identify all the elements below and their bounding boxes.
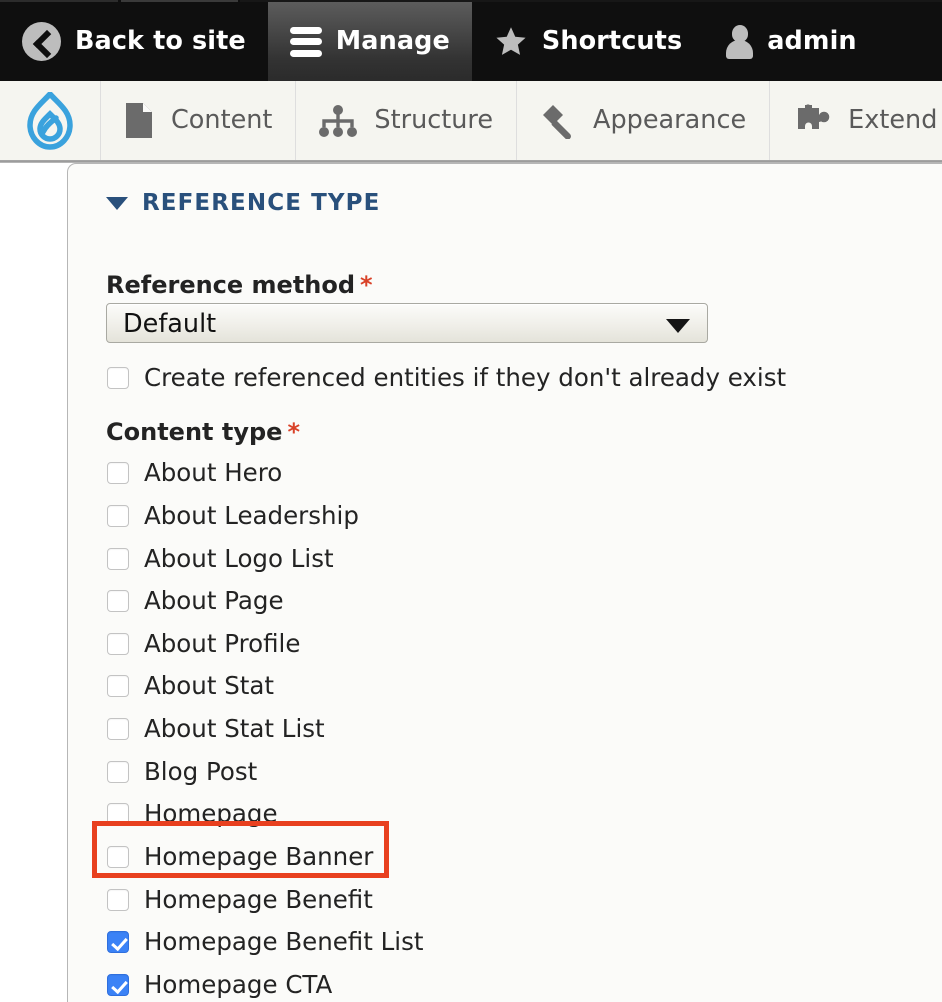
toolbar-tab-label: Manage — [335, 25, 450, 56]
content-type-checkbox[interactable] — [107, 548, 129, 571]
content-type-option-row[interactable]: About Logo List — [107, 544, 334, 573]
content-type-checkbox[interactable] — [107, 803, 129, 826]
content-type-option-label: About Stat — [144, 671, 275, 700]
screen-root: Back to site Manage Shortcuts admin Cont… — [0, 0, 942, 1002]
content-type-checkbox[interactable] — [107, 462, 129, 485]
menu-item-structure[interactable]: Structure — [296, 81, 518, 160]
reference-method-label: Reference method * — [106, 271, 373, 299]
content-type-option-label: About Page — [144, 586, 284, 615]
hamburger-menu-icon — [289, 26, 322, 57]
content-type-option-row[interactable]: About Hero — [107, 458, 283, 487]
content-type-option-row[interactable]: Homepage — [107, 799, 278, 828]
content-type-option-label: Blog Post — [144, 757, 258, 786]
content-type-checkbox[interactable] — [107, 974, 129, 997]
content-type-option-label: About Leadership — [144, 501, 359, 530]
hierarchy-tree-icon — [319, 104, 358, 137]
create-referenced-entities-checkbox[interactable] — [107, 367, 129, 390]
chevron-down-icon — [666, 319, 690, 333]
content-type-checkbox[interactable] — [107, 931, 129, 954]
content-type-checkbox[interactable] — [107, 675, 129, 698]
menu-item-label: Content — [171, 104, 273, 135]
puzzle-piece-icon — [793, 103, 831, 138]
star-icon — [494, 25, 528, 58]
content-type-option-row[interactable]: Blog Post — [107, 757, 258, 786]
content-type-checkbox[interactable] — [107, 505, 129, 528]
toolbar-tab-manage[interactable]: Manage — [267, 2, 472, 81]
content-type-option-row[interactable]: Homepage Benefit — [107, 885, 373, 914]
user-person-icon — [726, 24, 754, 59]
menu-item-extend[interactable]: Extend — [770, 81, 942, 160]
content-type-option-row[interactable]: Homepage CTA — [107, 970, 333, 999]
content-type-option-label: About Logo List — [144, 544, 334, 573]
menu-item-label: Appearance — [593, 104, 747, 135]
content-type-label: Content type * — [106, 418, 300, 446]
content-type-checkbox[interactable] — [107, 889, 129, 912]
content-type-option-label: About Profile — [144, 629, 301, 658]
fieldset-title-text: REFERENCE TYPE — [142, 190, 381, 216]
create-referenced-entities-row[interactable]: Create referenced entities if they don't… — [107, 363, 787, 392]
settings-panel: REFERENCE TYPE Reference method * Default… — [67, 163, 942, 1002]
back-arrow-circle-icon — [22, 22, 61, 61]
content-type-label-text: Content type — [106, 418, 283, 446]
menu-item-appearance[interactable]: Appearance — [517, 81, 771, 160]
toolbar-tab-back-to-site[interactable]: Back to site — [0, 2, 268, 81]
content-type-option-label: Homepage CTA — [144, 970, 333, 999]
drupal-droplet-icon — [24, 89, 76, 150]
content-type-option-label: About Stat List — [144, 714, 325, 743]
admin-toolbar: Back to site Manage Shortcuts admin — [0, 0, 942, 81]
reference-type-fieldset-header[interactable]: REFERENCE TYPE — [106, 190, 380, 216]
content-type-checkbox[interactable] — [107, 846, 129, 869]
reference-method-label-text: Reference method — [106, 271, 356, 299]
toolbar-tab-shortcuts[interactable]: Shortcuts — [472, 2, 704, 81]
reference-method-selected-value: Default — [123, 309, 217, 339]
triangle-down-icon — [106, 196, 128, 210]
content-type-checkbox[interactable] — [107, 761, 129, 784]
content-type-checkbox[interactable] — [107, 718, 129, 741]
content-type-option-row[interactable]: Homepage Benefit List — [107, 927, 424, 956]
admin-menu-bar: Content Structure Appearance Extend — [0, 81, 942, 163]
paintbrush-icon — [540, 103, 576, 140]
content-type-option-row[interactable]: About Leadership — [107, 501, 359, 530]
create-referenced-entities-label: Create referenced entities if they don't… — [144, 363, 787, 392]
required-marker: * — [360, 271, 373, 299]
content-type-option-row[interactable]: About Stat List — [107, 714, 325, 743]
reference-method-select[interactable]: Default — [106, 303, 708, 343]
admin-toolbar-items: Back to site Manage Shortcuts admin — [0, 2, 879, 81]
content-type-option-label: Homepage — [144, 799, 278, 828]
content-type-option-row[interactable]: About Page — [107, 586, 284, 615]
toolbar-tab-label: Back to site — [75, 25, 246, 56]
content-type-checkbox[interactable] — [107, 633, 129, 656]
content-type-option-label: About Hero — [144, 458, 283, 487]
toolbar-tab-label: Shortcuts — [541, 25, 683, 56]
content-type-option-row[interactable]: About Stat — [107, 671, 275, 700]
document-page-icon — [124, 102, 154, 139]
menu-item-label: Structure — [374, 104, 494, 135]
content-type-option-label: Homepage Banner — [144, 842, 374, 871]
content-type-option-label: Homepage Benefit List — [144, 927, 424, 956]
content-type-checkbox[interactable] — [107, 590, 129, 613]
content-type-option-label: Homepage Benefit — [144, 885, 373, 914]
content-type-option-row-homepage-banner[interactable]: Homepage Banner — [107, 842, 374, 871]
content-type-option-row[interactable]: About Profile — [107, 629, 301, 658]
menu-item-content[interactable]: Content — [101, 81, 297, 160]
toolbar-tab-label: admin — [767, 25, 857, 56]
required-marker: * — [287, 418, 300, 446]
toolbar-tab-admin-user[interactable]: admin — [704, 2, 878, 81]
menu-item-label: Extend — [848, 104, 938, 135]
menu-item-home[interactable] — [0, 81, 101, 160]
